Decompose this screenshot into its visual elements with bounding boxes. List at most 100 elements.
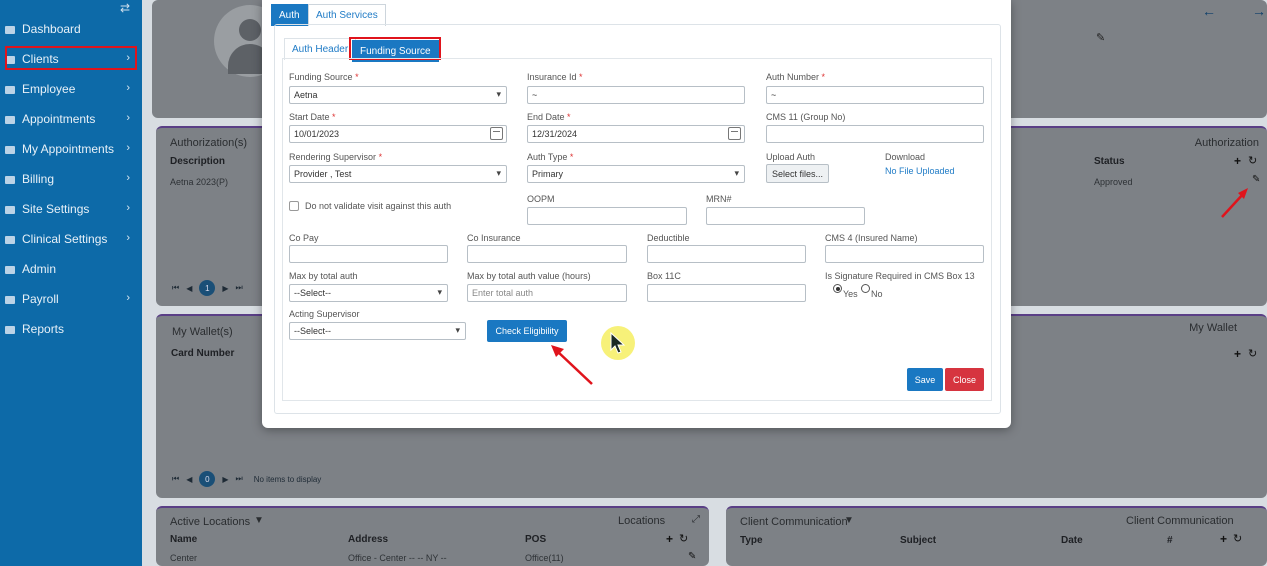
communication-add-icon[interactable]: + <box>1220 532 1227 546</box>
sidebar-item-my-appointments[interactable]: My Appointments › <box>0 136 142 162</box>
signature-required-label: Is Signature Required in CMS Box 13 <box>825 271 975 281</box>
insurance-id-field[interactable]: ~ <box>527 86 745 104</box>
sidebar-item-label: Admin <box>22 262 57 276</box>
refresh-icon[interactable]: ↻ <box>1248 154 1257 167</box>
sidebar-item-appointments[interactable]: Appointments › <box>0 106 142 132</box>
sidebar-item-billing[interactable]: Billing › <box>0 166 142 192</box>
sidebar-item-payroll[interactable]: Payroll › <box>0 286 142 312</box>
locations-card-right-title: Locations <box>618 515 666 527</box>
rendering-supervisor-select[interactable]: Provider , Test <box>289 165 507 183</box>
auth-modal: Auth Auth Services Auth Header Funding S… <box>262 0 1011 428</box>
max-total-auth-value-field[interactable]: Enter total auth <box>467 284 627 302</box>
next-page-icon[interactable]: ▶ <box>222 475 228 484</box>
sidebar-item-dashboard[interactable]: Dashboard <box>0 16 142 42</box>
no-file-uploaded-link[interactable]: No File Uploaded <box>885 166 955 176</box>
co-insurance-field[interactable] <box>467 245 627 263</box>
max-total-auth-label: Max by total auth <box>289 271 358 281</box>
expand-icon[interactable]: ⤢ <box>692 514 700 525</box>
chevron-right-icon: › <box>126 112 130 124</box>
acting-supervisor-select[interactable]: --Select-- <box>289 322 466 340</box>
chevron-down-icon[interactable]: ▼ <box>254 515 264 526</box>
calendar-icon <box>4 114 16 125</box>
funding-source-label: Funding Source * <box>289 72 359 82</box>
wallet-card-title: My Wallet(s) <box>172 326 233 338</box>
subtab-auth-header[interactable]: Auth Header <box>284 38 357 60</box>
sidebar-item-label: Reports <box>22 322 65 336</box>
empty-message: No items to display <box>253 474 322 484</box>
deductible-field[interactable] <box>647 245 806 263</box>
sidebar-item-label: Payroll <box>22 292 59 306</box>
auth-type-select[interactable]: Primary <box>527 165 745 183</box>
settings-icon <box>4 204 16 215</box>
signature-yes-radio[interactable] <box>833 284 842 293</box>
end-date-label: End Date * <box>527 112 571 122</box>
edit-row-icon[interactable]: ✎ <box>1252 174 1260 185</box>
wallet-add-icon[interactable]: + <box>1234 347 1241 361</box>
locations-card: Active Locations ▼ Locations ⤢ Name Addr… <box>156 506 709 566</box>
sidebar-item-reports[interactable]: Reports <box>0 316 142 342</box>
oopm-field[interactable] <box>527 207 687 225</box>
prev-page-icon[interactable]: ◀ <box>186 475 192 484</box>
column-header-type: Type <box>740 535 763 546</box>
calendar-icon[interactable] <box>728 127 741 140</box>
sidebar-item-clients[interactable]: Clients › <box>0 46 142 72</box>
last-page-icon[interactable]: ⏭ <box>236 283 243 293</box>
select-files-button[interactable]: Select files... <box>766 164 829 183</box>
wallet-refresh-icon[interactable]: ↻ <box>1248 347 1257 360</box>
check-eligibility-button[interactable]: Check Eligibility <box>487 320 567 342</box>
co-pay-field[interactable] <box>289 245 448 263</box>
start-date-field[interactable]: 10/01/2023 <box>289 125 507 143</box>
signature-no-radio[interactable] <box>861 284 870 293</box>
oopm-label: OOPM <box>527 194 555 204</box>
funding-source-select[interactable]: Aetna <box>289 86 507 104</box>
cms4-field[interactable] <box>825 245 984 263</box>
co-pay-label: Co Pay <box>289 233 319 243</box>
auth-row-status: Approved <box>1094 177 1133 187</box>
mrn-field[interactable] <box>706 207 865 225</box>
sidebar-item-label: Billing <box>22 172 55 186</box>
first-page-icon[interactable]: ⏮ <box>172 474 179 484</box>
cms11-field[interactable] <box>766 125 984 143</box>
sidebar-item-clinical-settings[interactable]: Clinical Settings › <box>0 226 142 252</box>
communication-card-title: Client Communication <box>740 516 848 528</box>
annotation-arrow-edit <box>1221 188 1248 218</box>
tab-auth[interactable]: Auth <box>271 4 308 26</box>
sidebar-item-employee[interactable]: Employee › <box>0 76 142 102</box>
first-page-icon[interactable]: ⏮ <box>172 283 179 293</box>
chevron-down-icon[interactable]: ▼ <box>844 515 854 526</box>
communication-refresh-icon[interactable]: ↻ <box>1233 532 1242 545</box>
close-button[interactable]: Close <box>945 368 984 391</box>
column-header-date: Date <box>1061 535 1083 546</box>
menu-toggle-icon[interactable]: ⇄ <box>120 1 130 15</box>
location-edit-icon[interactable]: ✎ <box>688 551 696 562</box>
sidebar-item-admin[interactable]: Admin <box>0 256 142 282</box>
location-refresh-icon[interactable]: ↻ <box>679 532 688 545</box>
last-page-icon[interactable]: ⏭ <box>236 474 243 484</box>
back-arrow-icon[interactable]: ← <box>1202 3 1216 19</box>
forward-arrow-icon[interactable]: → <box>1252 3 1266 19</box>
column-header-status: Status <box>1094 156 1125 167</box>
chevron-right-icon: › <box>126 142 130 154</box>
edit-icon[interactable]: ✎ <box>1096 31 1105 44</box>
location-add-icon[interactable]: + <box>666 532 673 546</box>
column-header-pos: POS <box>525 534 547 545</box>
do-not-validate-checkbox[interactable] <box>289 201 299 211</box>
auth-number-label: Auth Number * <box>766 72 826 82</box>
auth-number-field[interactable]: ~ <box>766 86 984 104</box>
add-icon[interactable]: + <box>1234 154 1241 168</box>
page-number[interactable]: 1 <box>199 280 216 296</box>
sidebar: ⇄ Dashboard Clients › Employee › Appointments… <box>0 0 142 566</box>
authorization-card-right-title: Authorization <box>1194 137 1259 149</box>
sidebar-item-site-settings[interactable]: Site Settings › <box>0 196 142 222</box>
prev-page-icon[interactable]: ◀ <box>186 284 192 293</box>
signature-no-label: No <box>871 289 883 299</box>
end-date-field[interactable]: 12/31/2024 <box>527 125 745 143</box>
box11c-field[interactable] <box>647 284 806 302</box>
page-number[interactable]: 0 <box>199 471 216 487</box>
wallet-card-right-title: My Wallet <box>1189 322 1237 334</box>
max-total-auth-select[interactable]: --Select-- <box>289 284 448 302</box>
tab-auth-services[interactable]: Auth Services <box>308 4 386 26</box>
calendar-icon[interactable] <box>490 127 503 140</box>
save-button[interactable]: Save <box>907 368 943 391</box>
next-page-icon[interactable]: ▶ <box>222 284 228 293</box>
